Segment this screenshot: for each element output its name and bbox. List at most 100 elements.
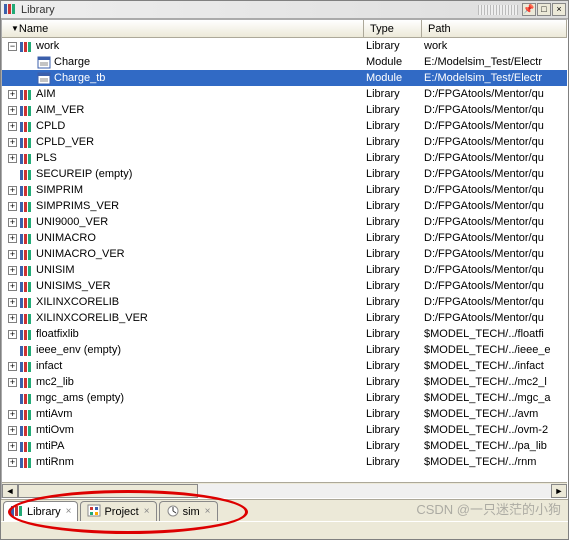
tab-close-icon[interactable]: × (66, 506, 72, 517)
tree-row[interactable]: AIM_VERLibraryD:/FPGAtools/Mentor/qu (2, 102, 567, 118)
tree-row[interactable]: ieee_env (empty)Library$MODEL_TECH/../ie… (2, 342, 567, 358)
expand-toggle[interactable] (8, 154, 17, 163)
tab-close-icon[interactable]: × (144, 506, 150, 517)
scroll-right-button[interactable]: ► (551, 484, 567, 498)
row-path: D:/FPGAtools/Mentor/qu (422, 280, 567, 292)
row-label: mtiAvm (36, 408, 72, 420)
tree-row[interactable]: CPLDLibraryD:/FPGAtools/Mentor/qu (2, 118, 567, 134)
tree-row[interactable]: mgc_ams (empty)Library$MODEL_TECH/../mgc… (2, 390, 567, 406)
tree-row[interactable]: mc2_libLibrary$MODEL_TECH/../mc2_l (2, 374, 567, 390)
row-label: UNIMACRO (36, 232, 96, 244)
expand-toggle[interactable] (26, 58, 35, 67)
expand-toggle[interactable] (8, 442, 17, 451)
row-type: Library (364, 168, 422, 180)
expand-toggle[interactable] (8, 122, 17, 131)
row-type: Library (364, 376, 422, 388)
expand-toggle[interactable] (26, 74, 35, 83)
tree-row[interactable]: XILINXCORELIB_VERLibraryD:/FPGAtools/Men… (2, 310, 567, 326)
expand-toggle[interactable] (8, 106, 17, 115)
expand-toggle[interactable] (8, 362, 17, 371)
row-path: D:/FPGAtools/Mentor/qu (422, 312, 567, 324)
status-bar (1, 521, 568, 539)
module-icon (37, 56, 51, 69)
library-icon (19, 440, 33, 453)
expand-toggle[interactable] (8, 282, 17, 291)
row-type: Library (364, 424, 422, 436)
row-path: D:/FPGAtools/Mentor/qu (422, 168, 567, 180)
header-name[interactable]: ▼ Name (2, 20, 364, 37)
row-type: Library (364, 152, 422, 164)
expand-toggle[interactable] (8, 458, 17, 467)
maximize-button[interactable]: □ (537, 3, 551, 16)
tree-row[interactable]: workLibrarywork (2, 38, 567, 54)
tree-row[interactable]: mtiOvmLibrary$MODEL_TECH/../ovm-2 (2, 422, 567, 438)
tab-project[interactable]: Project× (80, 501, 156, 521)
expand-toggle[interactable] (8, 346, 17, 355)
expand-toggle[interactable] (8, 394, 17, 403)
titlebar-grip[interactable] (478, 5, 518, 15)
header-path[interactable]: Path (422, 20, 567, 37)
tree-row[interactable]: infactLibrary$MODEL_TECH/../infact (2, 358, 567, 374)
expand-toggle[interactable] (8, 330, 17, 339)
tab-sim[interactable]: sim× (159, 501, 218, 521)
panel-titlebar[interactable]: Library 📌 □ × (1, 1, 568, 19)
row-label: SECUREIP (empty) (36, 168, 132, 180)
expand-toggle[interactable] (8, 266, 17, 275)
expand-toggle[interactable] (8, 426, 17, 435)
expand-toggle[interactable] (8, 170, 17, 179)
row-type: Library (364, 104, 422, 116)
tree-row[interactable]: PLSLibraryD:/FPGAtools/Mentor/qu (2, 150, 567, 166)
expand-toggle[interactable] (8, 410, 17, 419)
expand-toggle[interactable] (8, 234, 17, 243)
tree-rows[interactable]: workLibraryworkChargeModuleE:/Modelsim_T… (2, 38, 567, 482)
library-icon (19, 376, 33, 389)
tree-row[interactable]: UNISIMLibraryD:/FPGAtools/Mentor/qu (2, 262, 567, 278)
expand-toggle[interactable] (8, 250, 17, 259)
scroll-left-button[interactable]: ◄ (2, 484, 18, 498)
library-icon (19, 392, 33, 405)
scroll-thumb[interactable] (18, 484, 198, 498)
tree-row[interactable]: UNISIMS_VERLibraryD:/FPGAtools/Mentor/qu (2, 278, 567, 294)
horizontal-scrollbar[interactable]: ◄ ► (2, 482, 567, 498)
row-label: PLS (36, 152, 57, 164)
tree-row[interactable]: AIMLibraryD:/FPGAtools/Mentor/qu (2, 86, 567, 102)
close-button[interactable]: × (552, 3, 566, 16)
tree-row[interactable]: UNIMACROLibraryD:/FPGAtools/Mentor/qu (2, 230, 567, 246)
expand-toggle[interactable] (8, 314, 17, 323)
library-icon (19, 152, 33, 165)
tree-row[interactable]: SIMPRIMLibraryD:/FPGAtools/Mentor/qu (2, 182, 567, 198)
tree-row[interactable]: CPLD_VERLibraryD:/FPGAtools/Mentor/qu (2, 134, 567, 150)
tree-row[interactable]: mtiRnmLibrary$MODEL_TECH/../rnm (2, 454, 567, 470)
expand-toggle[interactable] (8, 90, 17, 99)
scroll-track[interactable] (18, 484, 551, 498)
tree-row[interactable]: UNI9000_VERLibraryD:/FPGAtools/Mentor/qu (2, 214, 567, 230)
tree-row[interactable]: SIMPRIMS_VERLibraryD:/FPGAtools/Mentor/q… (2, 198, 567, 214)
tree-row[interactable]: UNIMACRO_VERLibraryD:/FPGAtools/Mentor/q… (2, 246, 567, 262)
expand-toggle[interactable] (8, 298, 17, 307)
tree-row[interactable]: mtiAvmLibrary$MODEL_TECH/../avm (2, 406, 567, 422)
row-path: D:/FPGAtools/Mentor/qu (422, 120, 567, 132)
row-path: D:/FPGAtools/Mentor/qu (422, 216, 567, 228)
tab-library[interactable]: Library× (3, 501, 78, 521)
expand-toggle[interactable] (8, 186, 17, 195)
row-label: SIMPRIM (36, 184, 83, 196)
row-path: work (422, 40, 567, 52)
tree-row[interactable]: mtiPALibrary$MODEL_TECH/../pa_lib (2, 438, 567, 454)
tree-row[interactable]: SECUREIP (empty) LibraryD:/FPGAtools/Ment… (2, 166, 567, 182)
row-label: ieee_env (empty) (36, 344, 121, 356)
expand-toggle[interactable] (8, 42, 17, 51)
pin-button[interactable]: 📌 (522, 3, 536, 16)
row-path: D:/FPGAtools/Mentor/qu (422, 184, 567, 196)
tree-row[interactable]: Charge_tbModuleE:/Modelsim_Test/Electr (2, 70, 567, 86)
tab-close-icon[interactable]: × (205, 506, 211, 517)
header-type[interactable]: Type (364, 20, 422, 37)
expand-toggle[interactable] (8, 202, 17, 211)
tree-row[interactable]: XILINXCORELIBLibraryD:/FPGAtools/Mentor/… (2, 294, 567, 310)
row-path: D:/FPGAtools/Mentor/qu (422, 136, 567, 148)
tree-row[interactable]: ChargeModuleE:/Modelsim_Test/Electr (2, 54, 567, 70)
tree-row[interactable]: floatfixlibLibrary$MODEL_TECH/../floatfi (2, 326, 567, 342)
expand-toggle[interactable] (8, 138, 17, 147)
row-path: $MODEL_TECH/../rnm (422, 456, 567, 468)
expand-toggle[interactable] (8, 378, 17, 387)
expand-toggle[interactable] (8, 218, 17, 227)
